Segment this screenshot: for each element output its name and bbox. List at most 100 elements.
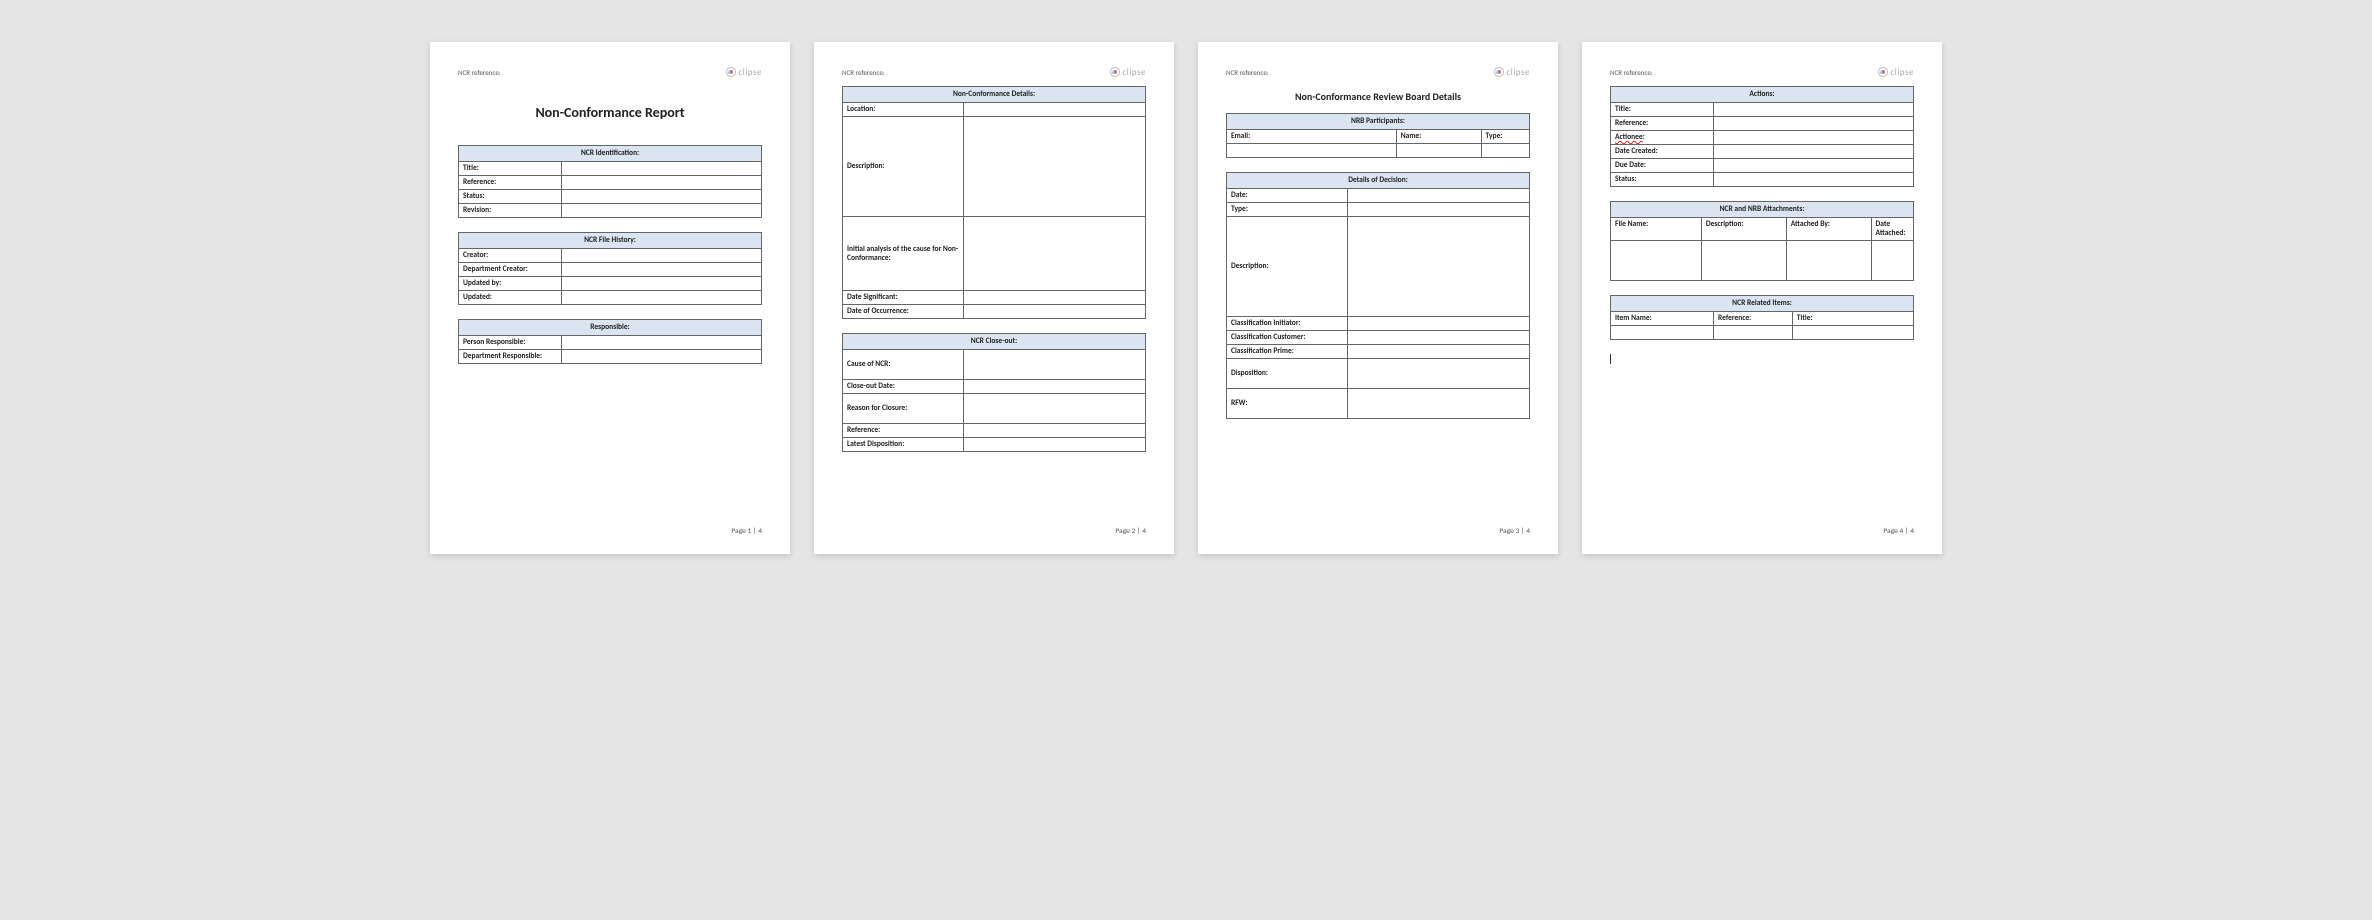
page-1: NCR reference: clipse Non-Conformance Re…: [430, 42, 790, 554]
value-action-reference: [1714, 117, 1914, 131]
label-closeout-reference: Reference:: [843, 424, 964, 438]
page-body: Non-Conformance Details: Location: Descr…: [842, 86, 1146, 527]
value-disposition: [1348, 359, 1530, 389]
label-class-customer: Classification Customer:: [1227, 331, 1348, 345]
attachments-header: NCR and NRB Attachments:: [1611, 202, 1914, 218]
label-dec-type: Type:: [1227, 203, 1348, 217]
cell-date-attached: [1871, 241, 1913, 281]
label-updated-by: Updated by:: [459, 277, 562, 291]
cell-file-name: [1611, 241, 1702, 281]
page-4: NCR reference: clipse Actions: Title: Re…: [1582, 42, 1942, 554]
related-items-header: NCR Related Items:: [1611, 296, 1914, 312]
value-closeout-date: [964, 380, 1146, 394]
value-revision: [562, 204, 762, 218]
col-rel-title: Title:: [1792, 312, 1913, 326]
text-cursor: [1610, 354, 1914, 364]
nonconformance-details-table: Non-Conformance Details: Location: Descr…: [842, 86, 1146, 319]
label-date-occurrence: Date of Occurrence:: [843, 305, 964, 319]
label-rfw: RFW:: [1227, 389, 1348, 419]
value-class-prime: [1348, 345, 1530, 359]
page-body: Non-Conformance Review Board Details NRB…: [1226, 86, 1530, 527]
page-3: NCR reference: clipse Non-Conformance Re…: [1198, 42, 1558, 554]
label-initial-analysis: Initial analysis of the cause for Non-Co…: [843, 217, 964, 291]
page-footer: Page 4 | 4: [1610, 527, 1914, 536]
label-latest-disposition: Latest Disposition:: [843, 438, 964, 452]
details-of-decision-table: Details of Decision: Date: Type: Descrip…: [1226, 172, 1530, 419]
cell-rel-reference: [1714, 326, 1793, 340]
col-item-name: Item Name:: [1611, 312, 1714, 326]
value-initial-analysis: [964, 217, 1146, 291]
logo-icon: [726, 67, 736, 77]
col-name: Name:: [1396, 130, 1481, 144]
label-closeout-date: Close-out Date:: [843, 380, 964, 394]
label-date-significant: Date Significant:: [843, 291, 964, 305]
col-attached-by: Attached By:: [1786, 218, 1871, 241]
label-description: Description:: [843, 117, 964, 217]
label-updated: Updated:: [459, 291, 562, 305]
cell-item-name: [1611, 326, 1714, 340]
value-updated: [562, 291, 762, 305]
label-reason-closure: Reason for Closure:: [843, 394, 964, 424]
label-class-prime: Classification Prime:: [1227, 345, 1348, 359]
label-disposition: Disposition:: [1227, 359, 1348, 389]
nrb-participants-header: NRB Participants:: [1227, 114, 1530, 130]
value-dec-type: [1348, 203, 1530, 217]
logo: clipse: [726, 67, 762, 78]
logo-text: clipse: [1506, 67, 1530, 78]
value-person-responsible: [562, 336, 762, 350]
value-rfw: [1348, 389, 1530, 419]
actions-table: Actions: Title: Reference: Actionee: Dat…: [1610, 86, 1914, 187]
related-items-table: NCR Related Items: Item Name: Reference:…: [1610, 295, 1914, 340]
cell-rel-title: [1792, 326, 1913, 340]
label-title: Title:: [459, 162, 562, 176]
cell-type: [1481, 144, 1529, 158]
cell-attached-by: [1786, 241, 1871, 281]
col-rel-reference: Reference:: [1714, 312, 1793, 326]
logo-icon: [1494, 67, 1504, 77]
label-action-status: Status:: [1611, 173, 1714, 187]
page-header: NCR reference: clipse: [1226, 64, 1530, 80]
page-footer: Page 3 | 4: [1226, 527, 1530, 536]
cell-name: [1396, 144, 1481, 158]
value-reason-closure: [964, 394, 1146, 424]
ncr-identification-table: NCR Identification: Title: Reference: St…: [458, 145, 762, 218]
page-footer: Page 1 | 4: [458, 527, 762, 536]
col-type: Type:: [1481, 130, 1529, 144]
logo-text: clipse: [738, 67, 762, 78]
page-header: NCR reference: clipse: [458, 64, 762, 80]
nrb-participants-table: NRB Participants: Email: Name: Type:: [1226, 113, 1530, 158]
responsible-header: Responsible:: [459, 320, 762, 336]
value-class-customer: [1348, 331, 1530, 345]
actions-header: Actions:: [1611, 87, 1914, 103]
value-dept-responsible: [562, 350, 762, 364]
logo: clipse: [1494, 67, 1530, 78]
ncr-file-history-header: NCR File History:: [459, 233, 762, 249]
value-latest-disposition: [964, 438, 1146, 452]
ncr-reference-label: NCR reference:: [842, 68, 885, 77]
page-2: NCR reference: clipse Non-Conformance De…: [814, 42, 1174, 554]
cell-email: [1227, 144, 1397, 158]
ncr-reference-label: NCR reference:: [1610, 68, 1653, 77]
value-dec-date: [1348, 189, 1530, 203]
actionee-text: Actionee: [1615, 133, 1643, 142]
col-date-attached: Date Attached:: [1871, 218, 1913, 241]
value-status: [562, 190, 762, 204]
label-action-reference: Reference:: [1611, 117, 1714, 131]
label-creator: Creator:: [459, 249, 562, 263]
label-reference: Reference:: [459, 176, 562, 190]
logo: clipse: [1110, 67, 1146, 78]
attachments-table: NCR and NRB Attachments: File Name: Desc…: [1610, 201, 1914, 281]
value-actionee: [1714, 131, 1914, 145]
logo: clipse: [1878, 67, 1914, 78]
value-action-title: [1714, 103, 1914, 117]
label-dec-description: Description:: [1227, 217, 1348, 317]
ncr-reference-label: NCR reference:: [1226, 68, 1269, 77]
logo-text: clipse: [1122, 67, 1146, 78]
page-body: Actions: Title: Reference: Actionee: Dat…: [1610, 86, 1914, 527]
nonconformance-details-header: Non-Conformance Details:: [843, 87, 1146, 103]
logo-icon: [1878, 67, 1888, 77]
value-dec-description: [1348, 217, 1530, 317]
page-body: Non-Conformance Report NCR Identificatio…: [458, 86, 762, 527]
label-action-title: Title:: [1611, 103, 1714, 117]
value-closeout-reference: [964, 424, 1146, 438]
